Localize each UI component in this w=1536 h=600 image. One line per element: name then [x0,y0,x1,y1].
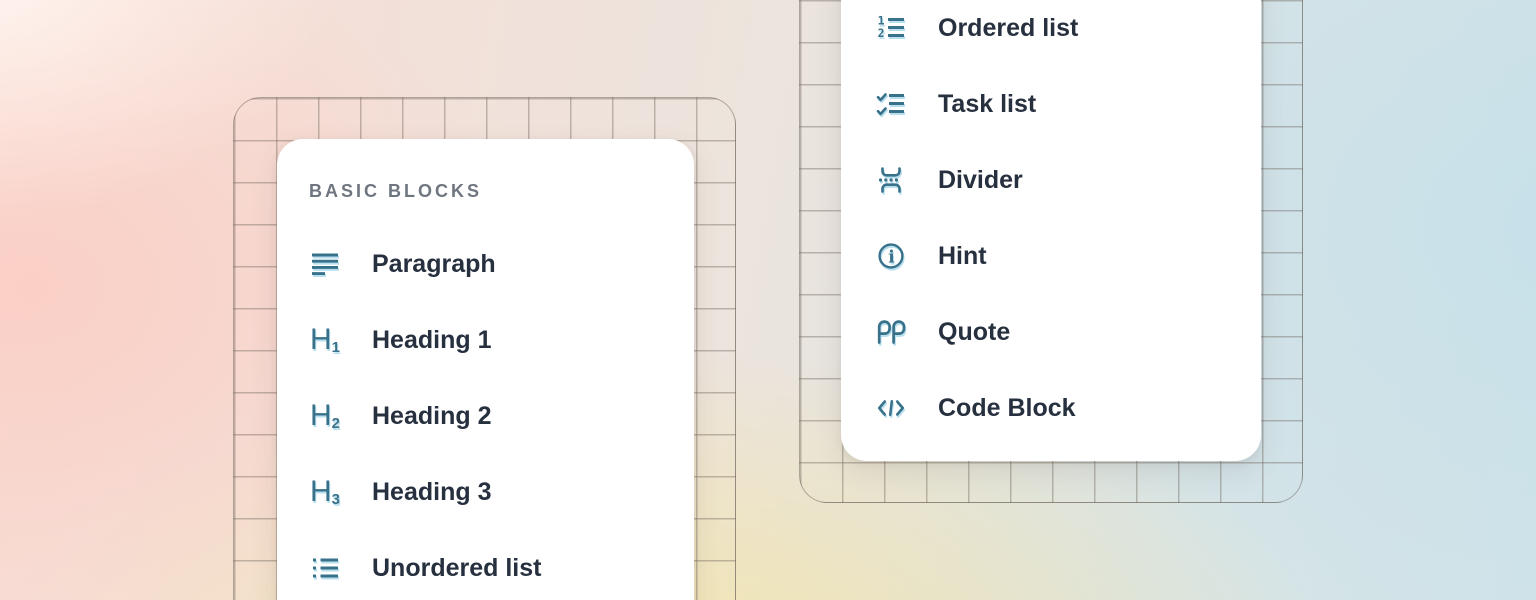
heading-3-icon: H3 [309,476,341,508]
menu-item-label: Paragraph [372,250,496,279]
unordered-list-icon [309,552,341,584]
divider-icon [875,164,907,196]
menu-item-heading-2[interactable]: H2 Heading 2 [277,378,694,454]
heading-2-icon: H2 [309,400,341,432]
menu-item-unordered-list[interactable]: Unordered list [277,530,694,600]
block-picker-scene: BASIC BLOCKS Paragraph H1 Heading 1 H2 Headi… [0,0,1536,600]
menu-item-label: Heading 1 [372,326,491,355]
menu-item-label: Hint [938,242,987,271]
quote-icon [875,316,907,348]
task-list-icon [875,88,907,120]
code-block-icon [875,392,907,424]
paragraph-icon [309,248,341,280]
heading-1-icon: H1 [309,324,341,356]
ordered-list-icon: 12 [875,12,907,44]
basic-blocks-menu: BASIC BLOCKS Paragraph H1 Heading 1 H2 Headi… [277,139,694,600]
menu-item-label: Quote [938,318,1010,347]
hint-icon: i [875,240,907,272]
menu-item-paragraph[interactable]: Paragraph [277,226,694,302]
menu-item-label: Code Block [938,394,1076,423]
menu-item-heading-1[interactable]: H1 Heading 1 [277,302,694,378]
menu-item-hint[interactable]: i Hint [841,218,1261,294]
menu-item-code-block[interactable]: Code Block [841,370,1261,446]
menu-item-label: Task list [938,90,1036,119]
svg-text:2: 2 [878,26,885,40]
menu-item-task-list[interactable]: Task list [841,66,1261,142]
menu-item-divider[interactable]: Divider [841,142,1261,218]
menu-item-heading-3[interactable]: H3 Heading 3 [277,454,694,530]
menu-item-ordered-list[interactable]: 12 Ordered list [841,0,1261,66]
menu-item-label: Heading 2 [372,402,491,431]
menu-item-label: Heading 3 [372,478,491,507]
basic-blocks-header: BASIC BLOCKS [309,181,482,202]
menu-item-label: Divider [938,166,1023,195]
menu-item-label: Ordered list [938,14,1078,43]
menu-item-quote[interactable]: Quote [841,294,1261,370]
svg-text:i: i [888,247,895,267]
menu-item-label: Unordered list [372,554,541,583]
more-blocks-menu: 12 Ordered list Task list Divider i Hint Quote… [841,0,1261,461]
